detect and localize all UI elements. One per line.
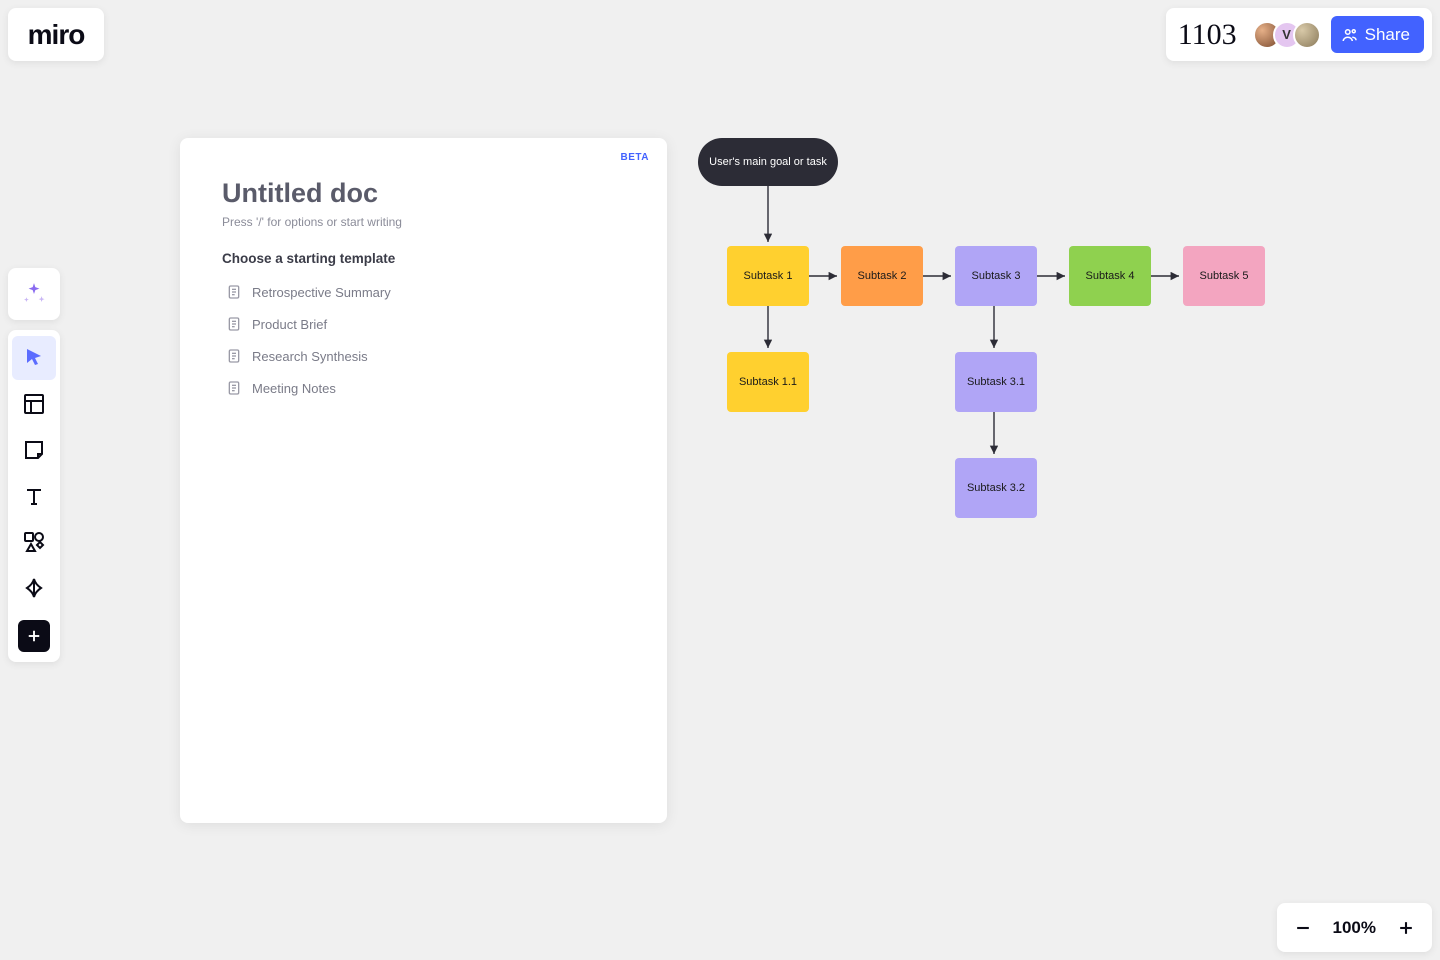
document-card[interactable]: BETA Untitled doc Press '/' for options …: [180, 138, 667, 823]
avatar-stack[interactable]: V: [1253, 21, 1321, 49]
flow-node[interactable]: Subtask 1: [727, 246, 809, 306]
share-button[interactable]: Share: [1331, 16, 1424, 53]
collaborator-count[interactable]: 1103: [1178, 18, 1237, 52]
flow-node[interactable]: Subtask 3: [955, 246, 1037, 306]
collaboration-bar: 1103 V Share: [1166, 8, 1432, 61]
template-label: Retrospective Summary: [252, 285, 391, 300]
logo-text: miro: [28, 19, 85, 51]
document-icon: [226, 348, 242, 364]
templates-tool[interactable]: [12, 382, 56, 426]
template-label: Product Brief: [252, 317, 327, 332]
flow-node-root[interactable]: User's main goal or task: [698, 138, 838, 186]
template-label: Meeting Notes: [252, 381, 336, 396]
add-tool-button[interactable]: [18, 620, 50, 652]
ai-tool-button[interactable]: [8, 268, 60, 320]
flow-node[interactable]: Subtask 1.1: [727, 352, 809, 412]
frame-icon: [22, 392, 46, 416]
doc-hint: Press '/' for options or start writing: [222, 215, 625, 229]
zoom-controls: 100%: [1277, 903, 1432, 952]
pen-tool[interactable]: [12, 566, 56, 610]
text-tool[interactable]: [12, 474, 56, 518]
document-icon: [226, 380, 242, 396]
template-item[interactable]: Meeting Notes: [222, 374, 625, 402]
document-icon: [226, 316, 242, 332]
template-section-label: Choose a starting template: [222, 251, 625, 266]
template-item[interactable]: Retrospective Summary: [222, 278, 625, 306]
minus-icon: [1293, 918, 1313, 938]
people-icon: [1341, 26, 1359, 44]
text-icon: [22, 484, 46, 508]
zoom-in-button[interactable]: [1388, 910, 1424, 946]
toolbar: [8, 330, 60, 662]
shapes-icon: [22, 530, 46, 554]
cursor-icon: [22, 346, 46, 370]
flow-node[interactable]: Subtask 3.2: [955, 458, 1037, 518]
sticky-note-icon: [22, 438, 46, 462]
template-item[interactable]: Research Synthesis: [222, 342, 625, 370]
plus-icon: [25, 627, 43, 645]
beta-badge: BETA: [621, 152, 649, 163]
template-list: Retrospective Summary Product Brief Rese…: [222, 278, 625, 402]
share-label: Share: [1365, 25, 1410, 45]
sparkle-icon: [21, 281, 47, 307]
sticky-note-tool[interactable]: [12, 428, 56, 472]
document-icon: [226, 284, 242, 300]
flow-node[interactable]: Subtask 2: [841, 246, 923, 306]
zoom-level[interactable]: 100%: [1325, 918, 1384, 938]
avatar[interactable]: [1293, 21, 1321, 49]
template-label: Research Synthesis: [252, 349, 368, 364]
flow-node[interactable]: Subtask 3.1: [955, 352, 1037, 412]
pen-icon: [22, 576, 46, 600]
plus-icon: [1396, 918, 1416, 938]
zoom-out-button[interactable]: [1285, 910, 1321, 946]
flow-node[interactable]: Subtask 4: [1069, 246, 1151, 306]
doc-title[interactable]: Untitled doc: [222, 178, 625, 209]
flow-node[interactable]: Subtask 5: [1183, 246, 1265, 306]
template-item[interactable]: Product Brief: [222, 310, 625, 338]
select-tool[interactable]: [12, 336, 56, 380]
logo-button[interactable]: miro: [8, 8, 104, 61]
shapes-tool[interactable]: [12, 520, 56, 564]
